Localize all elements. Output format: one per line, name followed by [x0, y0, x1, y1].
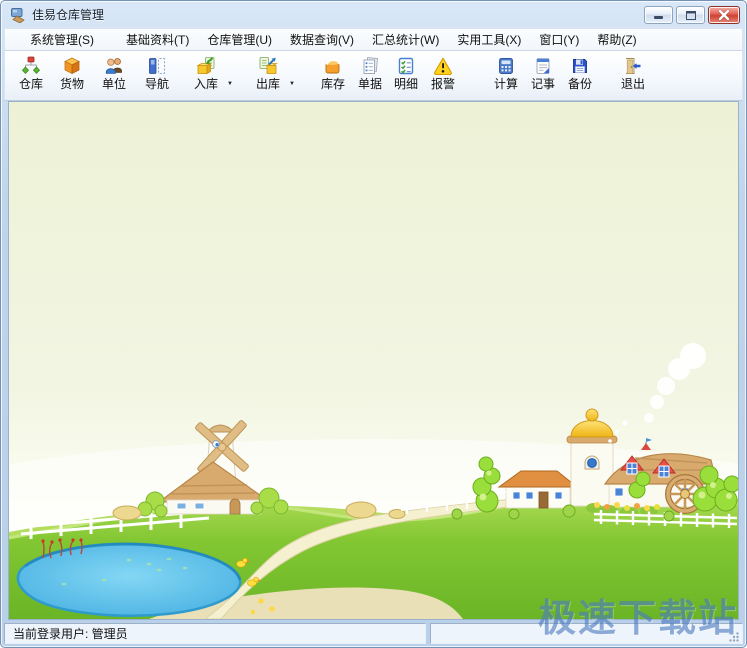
- landscape-illustration: [9, 102, 739, 619]
- toolbar-button-label: 单位: [102, 77, 126, 91]
- calculator-icon: [496, 56, 516, 76]
- menu-item-help[interactable]: 帮助(Z): [588, 28, 645, 51]
- warehouse-icon: [21, 56, 41, 76]
- client-area: [8, 101, 739, 620]
- app-window: 佳易仓库管理 系统管理(S) 基础资料(T) 仓库管理(U) 数据查询(V) 汇…: [0, 0, 747, 648]
- toolbar-button-label: 计算: [494, 77, 518, 91]
- toolbar-button-receipts[interactable]: 单据: [352, 54, 388, 98]
- toolbar-button-notes[interactable]: 记事: [525, 54, 561, 98]
- maximize-icon: [686, 11, 696, 20]
- goods-box-icon: [62, 56, 82, 76]
- toolbar-button-details[interactable]: 明细: [388, 54, 424, 98]
- toolbar-button-exit[interactable]: 退出: [615, 54, 651, 98]
- stock-in-dropdown-arrow-icon[interactable]: ▼: [224, 81, 236, 87]
- menu-item-basic-data[interactable]: 基础资料(T): [117, 28, 198, 51]
- toolbar-button-label: 记事: [531, 77, 555, 91]
- exit-door-icon: [623, 56, 643, 76]
- minimize-button[interactable]: [644, 6, 673, 24]
- menu-item-utilities[interactable]: 实用工具(X): [448, 28, 530, 51]
- toolbar-button-label: 单据: [358, 77, 382, 91]
- app-icon: [10, 7, 26, 23]
- toolbar-button-warehouse[interactable]: 仓库: [13, 54, 49, 98]
- title-bar[interactable]: 佳易仓库管理: [1, 1, 746, 28]
- toolbar-button-label: 报警: [431, 77, 455, 91]
- toolbar-button-label: 入库: [194, 77, 218, 91]
- logged-in-user-text: 当前登录用户: 管理员: [13, 625, 128, 642]
- navigation-panel-icon: [147, 56, 167, 76]
- stock-out-dropdown-arrow-icon[interactable]: ▼: [286, 81, 298, 87]
- toolbar-button-calculator[interactable]: 计算: [488, 54, 524, 98]
- backup-disk-icon: [570, 56, 590, 76]
- pond: [18, 544, 240, 616]
- menu-item-warehouse[interactable]: 仓库管理(U): [198, 28, 281, 51]
- inventory-icon: [323, 56, 343, 76]
- minimize-icon: [654, 16, 663, 19]
- toolbar-button-label: 导航: [145, 77, 169, 91]
- close-button[interactable]: [708, 6, 740, 24]
- toolbar-button-stock-in[interactable]: 入库: [188, 54, 224, 98]
- status-panel-user: 当前登录用户: 管理员: [4, 623, 426, 644]
- notepad-icon: [533, 56, 553, 76]
- close-icon: [709, 7, 739, 23]
- menu-item-system[interactable]: 系统管理(S): [21, 28, 103, 51]
- toolbar-button-backup[interactable]: 备份: [562, 54, 598, 98]
- stock-out-icon: [258, 56, 278, 76]
- detail-list-icon: [396, 56, 416, 76]
- people-icon: [104, 56, 124, 76]
- toolbar-button-label: 退出: [621, 77, 645, 91]
- toolbar-button-label: 明细: [394, 77, 418, 91]
- toolbar-button-label: 库存: [321, 77, 345, 91]
- receipts-icon: [360, 56, 380, 76]
- resize-grip[interactable]: [727, 630, 740, 643]
- toolbar: 仓库 货物 单位: [4, 51, 743, 101]
- toolbar-button-goods[interactable]: 货物: [54, 54, 90, 98]
- status-bar: 当前登录用户: 管理员: [4, 623, 743, 644]
- toolbar-button-units[interactable]: 单位: [96, 54, 132, 98]
- menu-item-summary-stats[interactable]: 汇总统计(W): [363, 28, 448, 51]
- stock-in-icon: [196, 56, 216, 76]
- toolbar-button-stock-out[interactable]: 出库: [250, 54, 286, 98]
- toolbar-button-label: 备份: [568, 77, 592, 91]
- toolbar-button-alert[interactable]: 报警: [425, 54, 461, 98]
- haystack: [346, 502, 376, 518]
- toolbar-button-label: 仓库: [19, 77, 43, 91]
- status-panel-right: [430, 623, 743, 644]
- menu-item-data-query[interactable]: 数据查询(V): [281, 28, 363, 51]
- menu-bar: 系统管理(S) 基础资料(T) 仓库管理(U) 数据查询(V) 汇总统计(W) …: [4, 28, 743, 51]
- window-controls: [644, 6, 740, 24]
- haystack: [113, 506, 141, 520]
- toolbar-button-label: 出库: [256, 77, 280, 91]
- alert-triangle-icon: [433, 56, 453, 76]
- toolbar-button-inventory[interactable]: 库存: [315, 54, 351, 98]
- toolbar-button-label: 货物: [60, 77, 84, 91]
- menu-item-window[interactable]: 窗口(Y): [530, 28, 588, 51]
- window-title: 佳易仓库管理: [32, 6, 104, 23]
- toolbar-button-navigation[interactable]: 导航: [139, 54, 175, 98]
- maximize-button[interactable]: [676, 6, 705, 24]
